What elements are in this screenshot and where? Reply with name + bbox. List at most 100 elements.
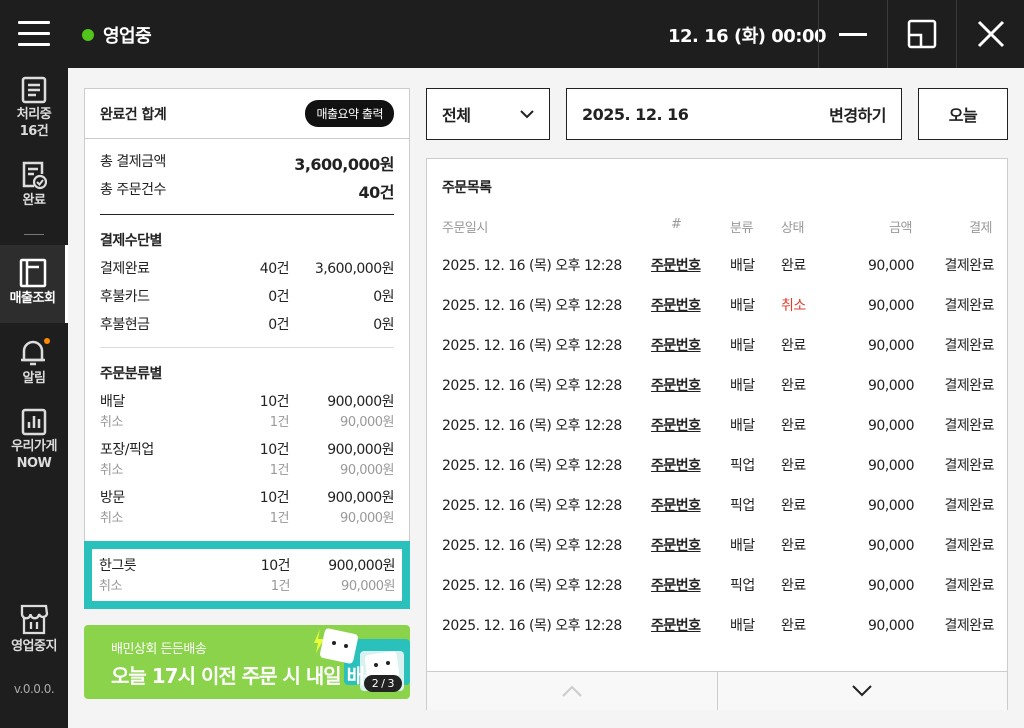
sidebar-item-label: 우리가게 <box>11 439 57 454</box>
print-summary-button[interactable]: 매출요약 출력 <box>305 100 394 127</box>
sidebar-item-processing[interactable]: 처리중 16건 <box>0 76 68 140</box>
sidebar-item-done[interactable]: 완료 <box>0 160 68 209</box>
order-number-link[interactable]: 주문번호 <box>651 536 701 556</box>
divider <box>100 214 394 215</box>
order-row[interactable]: 2025. 12. 16 (목) 오후 12:28 주문번호 픽업 완료 90,000 결… <box>427 496 1009 536</box>
order-payment: 결제완료 <box>944 458 994 474</box>
order-row[interactable]: 2025. 12. 16 (목) 오후 12:28 주문번호 배달 완료 90,000 결… <box>427 336 1009 376</box>
cancel-count: 1건 <box>269 511 290 526</box>
category-row: 한그릇 10건 900,000원 <box>99 555 396 575</box>
order-row[interactable]: 2025. 12. 16 (목) 오후 12:28 주문번호 배달 완료 90,000 결… <box>427 536 1009 576</box>
order-payment: 결제완료 <box>944 258 994 274</box>
category-dropdown[interactable]: 전체 <box>426 88 550 140</box>
promo-banner[interactable]: 배민상회 든든배송 오늘 17시 이전 주문 시 내일 배송 2 / 3 <box>84 625 410 699</box>
close-button[interactable] <box>956 0 1024 68</box>
sidebar: 처리중 16건 완료 매출조회 알림 우리가게 NOW 영업중지 v.0.0.0… <box>0 68 68 728</box>
order-state: 완료 <box>781 418 806 434</box>
payment-amount: 0원 <box>373 289 394 305</box>
app-version: v.0.0.0. <box>13 682 55 696</box>
order-type: 배달 <box>730 338 755 354</box>
order-number-link[interactable]: 주문번호 <box>651 496 701 516</box>
order-payment: 결제완료 <box>944 298 994 314</box>
cancel-amount: 90,000원 <box>340 511 394 526</box>
total-orders-row: 총 주문건수 40건 <box>100 179 394 203</box>
order-row[interactable]: 2025. 12. 16 (목) 오후 12:28 주문번호 배달 완료 90,000 결… <box>427 416 1009 456</box>
order-list-icon <box>21 76 47 104</box>
menu-icon[interactable] <box>18 21 50 47</box>
order-row[interactable]: 2025. 12. 16 (목) 오후 12:28 주문번호 배달 완료 90,000 결… <box>427 256 1009 296</box>
cancel-label: 취소 <box>100 463 123 478</box>
store-pause-icon <box>20 604 49 635</box>
orders-pager <box>427 671 1007 710</box>
order-number-link[interactable]: 주문번호 <box>651 376 701 396</box>
order-amount: 90,000 <box>868 458 915 474</box>
order-state: 완료 <box>781 338 806 354</box>
order-number-link[interactable]: 주문번호 <box>651 296 701 316</box>
category-amount: 900,000원 <box>327 490 394 506</box>
sidebar-item-label-sub: NOW <box>16 456 52 471</box>
order-amount: 90,000 <box>868 298 915 314</box>
header-type: 분류 <box>730 221 753 236</box>
sidebar-item-sales[interactable]: 매출조회 <box>0 245 68 323</box>
order-row[interactable]: 2025. 12. 16 (목) 오후 12:28 주문번호 배달 취소 90,000 결… <box>427 296 1009 336</box>
order-amount: 90,000 <box>868 418 915 434</box>
order-state: 완료 <box>781 498 806 514</box>
payment-count: 0건 <box>268 289 289 305</box>
completed-orders-icon <box>22 161 47 190</box>
order-datetime: 2025. 12. 16 (목) 오후 12:28 <box>442 578 622 594</box>
order-state: 완료 <box>781 538 806 554</box>
order-number-link[interactable]: 주문번호 <box>651 456 701 476</box>
scroll-up-button[interactable] <box>427 672 718 710</box>
order-number-link[interactable]: 주문번호 <box>651 256 701 276</box>
close-icon <box>977 20 1004 48</box>
category-dropdown-value: 전체 <box>442 106 471 125</box>
chevron-up-icon <box>562 685 582 697</box>
restore-window-icon <box>907 19 936 49</box>
total-amount-value: 3,600,000원 <box>294 155 394 174</box>
processing-count: 16건 <box>19 124 49 139</box>
sidebar-item-label: 영업중지 <box>11 639 57 654</box>
order-datetime: 2025. 12. 16 (목) 오후 12:28 <box>442 258 622 274</box>
payment-row: 후불현금 0건 0원 <box>100 314 395 334</box>
summary-title: 완료건 합계 <box>100 106 167 123</box>
restore-button[interactable] <box>887 0 955 68</box>
order-state: 완료 <box>781 458 806 474</box>
order-number-link[interactable]: 주문번호 <box>651 416 701 436</box>
order-datetime: 2025. 12. 16 (목) 오후 12:28 <box>442 538 622 554</box>
summary-panel: 완료건 합계 매출요약 출력 총 결제금액 3,600,000원 총 주문건수 … <box>84 88 410 608</box>
payment-label: 후불카드 <box>100 289 150 305</box>
category-row: 방문 10건 900,000원 <box>100 487 395 507</box>
order-amount: 90,000 <box>868 498 915 514</box>
order-amount: 90,000 <box>868 618 915 634</box>
order-type: 픽업 <box>730 458 755 474</box>
order-datetime: 2025. 12. 16 (목) 오후 12:28 <box>442 418 622 434</box>
selected-date: 2025. 12. 16 <box>582 104 689 124</box>
store-status[interactable]: 영업중 <box>82 22 152 48</box>
sidebar-item-label: 매출조회 <box>9 291 56 306</box>
order-row[interactable]: 2025. 12. 16 (목) 오후 12:28 주문번호 배달 완료 90,000 결… <box>427 376 1009 416</box>
sidebar-item-alerts[interactable]: 알림 <box>0 338 68 387</box>
minimize-button[interactable] <box>818 0 886 68</box>
order-number-link[interactable]: 주문번호 <box>651 576 701 596</box>
chevron-down-icon <box>852 685 872 697</box>
category-section-title: 주문분류별 <box>100 366 162 382</box>
category-row: 포장/픽업 10건 900,000원 <box>100 439 395 459</box>
header-payment: 결제 <box>969 221 992 236</box>
order-type: 픽업 <box>730 498 755 514</box>
order-number-link[interactable]: 주문번호 <box>651 616 701 636</box>
date-picker[interactable]: 2025. 12. 16 변경하기 <box>566 88 902 140</box>
category-cancel-row: 취소 1건 90,000원 <box>99 575 396 594</box>
change-date-button[interactable]: 변경하기 <box>829 102 886 126</box>
order-row[interactable]: 2025. 12. 16 (목) 오후 12:28 주문번호 픽업 완료 90,000 결… <box>427 456 1009 496</box>
scroll-down-button[interactable] <box>718 672 1008 710</box>
sidebar-item-label: 처리중 <box>16 107 52 122</box>
order-number-link[interactable]: 주문번호 <box>651 336 701 356</box>
sidebar-item-pause[interactable]: 영업중지 <box>0 604 68 655</box>
category-count: 10건 <box>260 558 291 574</box>
order-row[interactable]: 2025. 12. 16 (목) 오후 12:28 주문번호 배달 완료 90,000 결… <box>427 616 1009 656</box>
sidebar-item-store-now[interactable]: 우리가게 NOW <box>0 408 68 472</box>
order-type: 배달 <box>730 538 755 554</box>
today-button[interactable]: 오늘 <box>918 88 1008 140</box>
order-row[interactable]: 2025. 12. 16 (목) 오후 12:28 주문번호 픽업 완료 90,000 결… <box>427 576 1009 616</box>
order-datetime: 2025. 12. 16 (목) 오후 12:28 <box>442 298 622 314</box>
